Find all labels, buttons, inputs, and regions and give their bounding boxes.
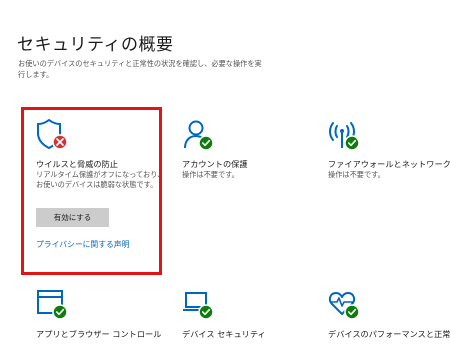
highlight-box [21,107,162,275]
check-icon [198,304,214,320]
card-device-security[interactable]: デバイス セキュリティ [182,288,312,340]
page-description: お使いのデバイスのセキュリティと正常性の状況を確認し、必要な操作を実行します。 [18,59,262,79]
browser-window-icon [36,288,70,322]
card-firewall-network-protection[interactable]: ファイアウォールとネットワーク保護 操作は不要です。 [328,118,450,180]
card-title: デバイス セキュリティ [182,329,266,339]
page-title: セキュリティの概要 [17,35,174,55]
check-icon [344,135,360,151]
card-title: デバイスのパフォーマンスと正常性 [328,329,450,339]
check-icon [198,135,214,151]
card-status: 操作は不要です。 [182,170,239,179]
card-device-performance-health[interactable]: デバイスのパフォーマンスと正常性 [328,288,450,340]
card-app-browser-control[interactable]: アプリとブラウザー コントロール [36,288,166,340]
check-icon [52,304,68,320]
antenna-icon [328,118,362,152]
person-icon [182,118,216,152]
security-overview-page: セキュリティの概要 お使いのデバイスのセキュリティと正常性の状況を確認し、必要な… [0,0,450,344]
check-icon [344,304,360,320]
laptop-icon [182,288,216,322]
card-title: ファイアウォールとネットワーク保護 [328,159,450,169]
card-status: 操作は不要です。 [328,170,385,179]
card-title: アプリとブラウザー コントロール [36,329,162,339]
card-title: アカウントの保護 [182,159,248,169]
heart-pulse-icon [328,288,362,322]
card-account-protection[interactable]: アカウントの保護 操作は不要です。 [182,118,312,180]
